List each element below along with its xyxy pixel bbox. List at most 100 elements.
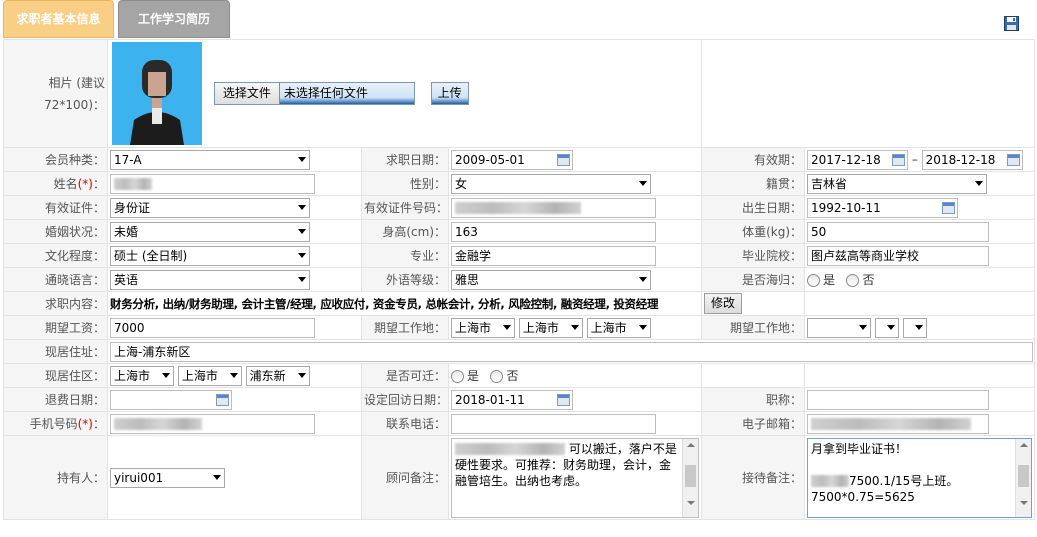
school-label: 毕业院校： (701, 243, 806, 268)
id-number-label: 有效证件号码： (361, 195, 449, 220)
gender-select[interactable]: 女 (451, 173, 651, 194)
expected-salary-field[interactable]: 7000 (110, 317, 315, 338)
current-city-select[interactable]: 上海市 (177, 365, 242, 386)
height-field[interactable]: 163 (451, 221, 656, 242)
chevron-down-icon (859, 324, 868, 330)
height-label: 身高(cm)： (361, 219, 449, 244)
calendar-icon[interactable] (216, 393, 229, 406)
email-label: 电子邮箱： (701, 411, 806, 436)
job-content-label: 求职内容： (3, 291, 108, 316)
calendar-icon[interactable] (1006, 153, 1020, 166)
portrait-photo (112, 42, 202, 145)
expected-district-select[interactable]: 上海市 (586, 317, 651, 338)
chevron-down-icon (298, 276, 306, 282)
major-field[interactable]: 金融学 (451, 245, 656, 266)
upload-button[interactable]: 上传 (430, 82, 469, 105)
mobile-field[interactable] (110, 413, 315, 434)
expected-province-select[interactable]: 上海市 (451, 317, 515, 338)
phone-label: 联系电话： (361, 411, 449, 436)
email-field[interactable] (807, 413, 990, 434)
chevron-down-icon (639, 276, 647, 282)
redacted-id-number (455, 202, 581, 214)
tab-basic-info[interactable]: 求职者基本信息 (3, 0, 114, 38)
expected-location-label: 期望工作地： (361, 315, 449, 340)
job-seeker-form: 相片 (建议72*100)： 选择文件 未选择任何文件 上传 会员种类： 17-… (3, 39, 1036, 520)
name-field[interactable] (110, 173, 315, 194)
expected-city-select[interactable]: 上海市 (518, 317, 583, 338)
valid-period-label: 有效期： (701, 147, 806, 172)
valid-to-field[interactable]: 2018-12-18 (921, 149, 1023, 170)
advisor-note-textarea[interactable]: 可以搬迁，落户不是硬性要求。可推荐：财务助理，会计，金融管培生。出纳也考虑。 (451, 437, 700, 518)
save-icon[interactable] (1004, 16, 1019, 31)
edit-job-content-button[interactable]: 修改 (704, 293, 743, 314)
callback-date-field[interactable]: 2018-01-11 (451, 389, 573, 410)
redacted-mobile (114, 418, 202, 430)
title-field[interactable] (807, 389, 990, 410)
member-type-label: 会员种类： (3, 147, 108, 172)
chevron-down-icon (213, 474, 221, 480)
current-address-label: 现居住址： (3, 339, 108, 364)
job-content-value: 财务分析, 出纳/财务助理, 会计主管/经理, 应收应付, 资金专员, 总帐会计… (106, 291, 703, 316)
foreign-level-select[interactable]: 雅思 (451, 269, 651, 290)
apply-date-field[interactable]: 2009-05-01 (451, 149, 573, 170)
language-select[interactable]: 英语 (110, 269, 310, 290)
expected-district-2-select[interactable] (902, 317, 927, 338)
returnee-no-radio[interactable] (846, 274, 860, 287)
phone-field[interactable] (451, 413, 656, 434)
relocate-no-radio[interactable] (490, 370, 504, 383)
advisor-note-scrollbar[interactable] (682, 438, 699, 517)
foreign-level-label: 外语等级： (361, 267, 449, 292)
chevron-down-icon (298, 156, 306, 162)
calendar-icon[interactable] (557, 393, 570, 406)
photo-image (112, 42, 202, 145)
education-label: 文化程度： (3, 243, 108, 268)
tab-work-study-resume[interactable]: 工作学习简历 (118, 0, 230, 38)
native-place-select[interactable]: 吉林省 (807, 173, 988, 194)
marital-select[interactable]: 未婚 (110, 221, 310, 242)
valid-period-separator: – (911, 152, 918, 166)
chevron-down-icon (162, 372, 170, 378)
calendar-icon[interactable] (942, 201, 956, 214)
file-chooser[interactable]: 选择文件 未选择任何文件 (213, 82, 415, 105)
returnee-yes-radio[interactable] (807, 274, 821, 287)
chevron-down-icon (297, 372, 306, 378)
calendar-icon[interactable] (892, 153, 906, 166)
choose-file-button[interactable]: 选择文件 (214, 83, 280, 104)
mobile-label: 手机号码(*)： (3, 411, 108, 436)
calendar-icon[interactable] (557, 153, 570, 166)
refund-date-field[interactable] (110, 389, 232, 410)
education-select[interactable]: 硕士 (全日制) (110, 245, 310, 266)
relocate-no-label: 否 (506, 369, 519, 383)
current-district-label: 现居住区： (3, 363, 108, 388)
redacted-text (811, 475, 850, 487)
holder-select[interactable]: yirui001 (110, 467, 225, 488)
chevron-down-icon (229, 372, 238, 378)
current-province-select[interactable]: 上海市 (110, 365, 174, 386)
birth-date-field[interactable]: 1992-10-11 (807, 197, 959, 218)
refund-date-label: 退费日期： (3, 387, 108, 412)
tab-bar: 求职者基本信息 工作学习简历 (0, 0, 1037, 38)
weight-field[interactable]: 50 (807, 221, 990, 242)
reception-note-textarea[interactable]: 月拿到毕业证书！ 7500.1/15号上班。 7500*0.75=5625 (807, 437, 1033, 518)
relocate-yes-radio[interactable] (451, 370, 464, 383)
chevron-down-icon (914, 324, 923, 330)
expected-city-2-select[interactable] (874, 317, 899, 338)
current-district-select[interactable]: 浦东新 (245, 365, 310, 386)
current-address-field[interactable]: 上海-浦东新区 (110, 341, 1033, 362)
expected-salary-label: 期望工资： (3, 315, 108, 340)
expected-location-2-label: 期望工作地： (701, 315, 806, 340)
name-label: 姓名(*)： (3, 171, 108, 196)
major-label: 专业： (361, 243, 449, 268)
id-number-field[interactable] (451, 197, 656, 218)
redacted-text (455, 443, 565, 455)
returnee-yes-label: 是 (823, 273, 836, 287)
expected-province-2-select[interactable] (807, 317, 872, 338)
id-type-select[interactable]: 身份证 (110, 197, 310, 218)
valid-from-field[interactable]: 2017-12-18 (807, 149, 909, 170)
required-mark: (*) (77, 177, 93, 191)
chevron-down-icon (298, 228, 306, 234)
school-field[interactable]: 图卢兹高等商业学校 (807, 245, 990, 266)
member-type-select[interactable]: 17-A (110, 149, 310, 170)
chevron-down-icon (975, 180, 984, 186)
reception-note-scrollbar[interactable] (1015, 438, 1032, 517)
